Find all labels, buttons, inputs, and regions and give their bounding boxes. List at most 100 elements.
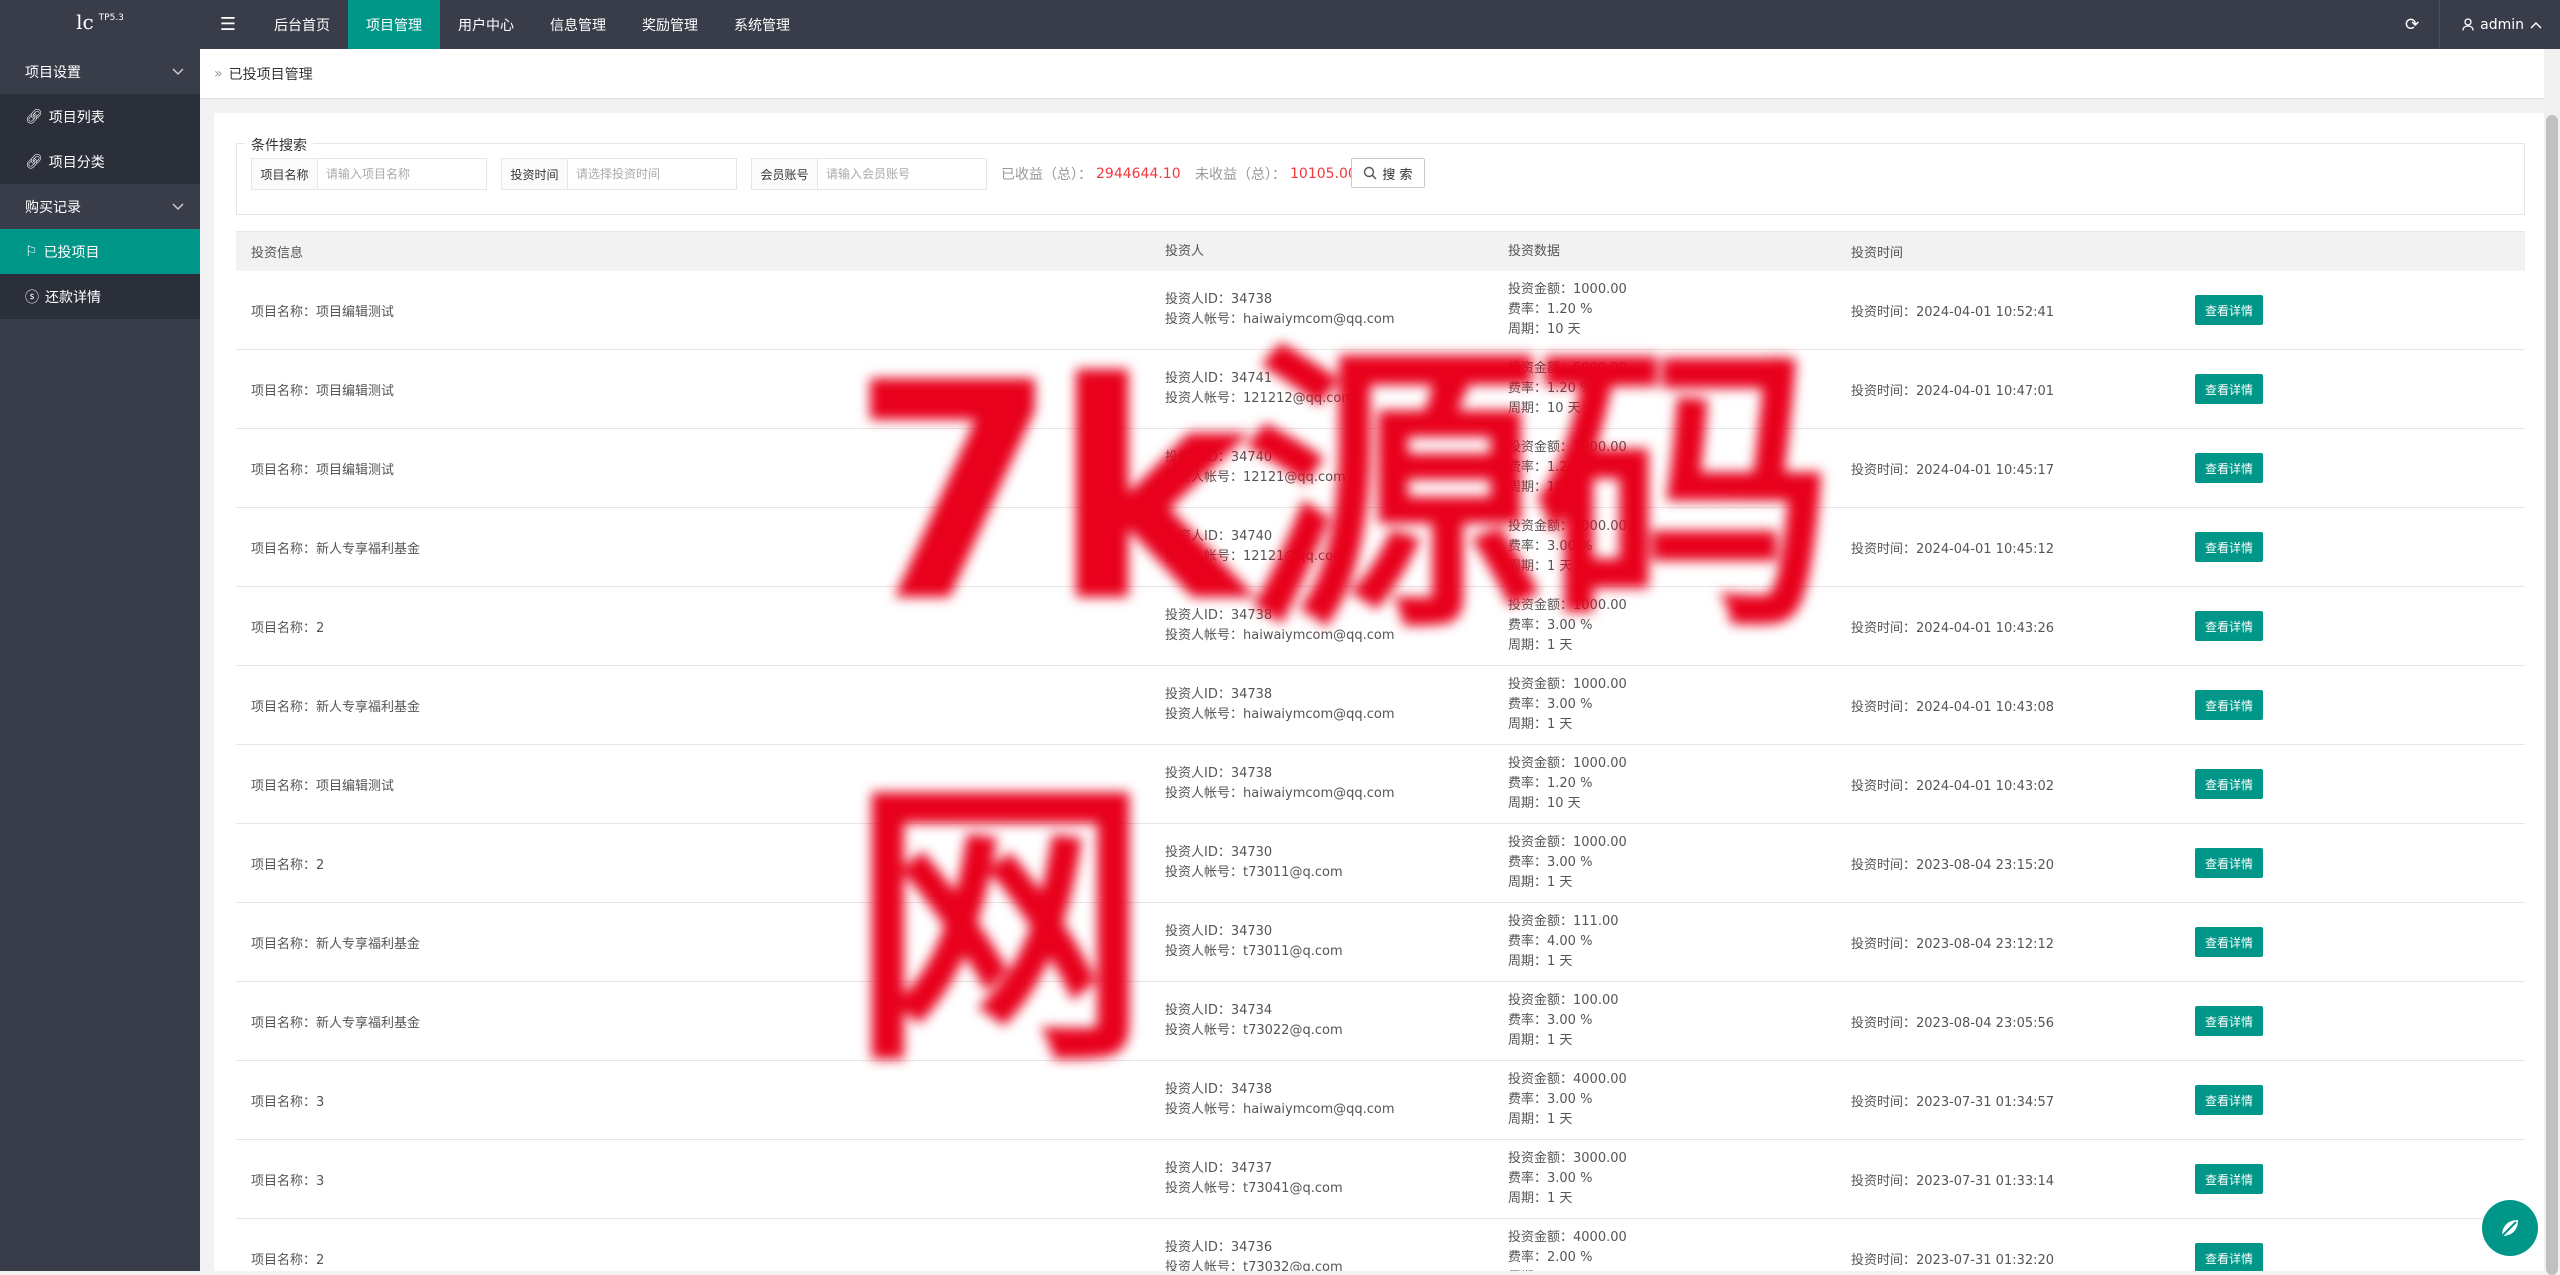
sidebar-item-label: 项目分类 (48, 154, 105, 171)
row-investor-account: 投资人帐号：haiwaiymcom@qq.com (1165, 786, 1395, 801)
row-invest-time: 投资时间：2023-08-04 23:05:56 (1851, 1015, 2055, 1031)
row-investor-account: 投资人帐号：t73011@q.com (1165, 944, 1343, 959)
earned-label: 已收益（总）： (1001, 167, 1092, 183)
row-investor-id: 投资人ID：34740 (1165, 450, 1273, 465)
topnav-item-users[interactable]: 用户中心 (440, 0, 532, 49)
row-investor-account: 投资人帐号：12121@qq.com (1165, 470, 1346, 485)
view-details-button[interactable]: 查看详情 (2195, 295, 2264, 325)
topnav-item-home[interactable]: 后台首页 (256, 0, 348, 49)
topnav-item-rewards[interactable]: 奖励管理 (624, 0, 716, 49)
sidebar-item-project-list[interactable]: 🔗︎ 项目列表 (0, 94, 200, 139)
row-invest-data: 投资金额：1000.00 费率：3.00 % 周期：1 天 (1508, 517, 1627, 577)
sidebar-item-project-category[interactable]: 🔗︎ 项目分类 (0, 139, 200, 184)
member-account-label: 会员账号 (752, 159, 818, 189)
row-amount: 投资金额：1000.00 (1508, 835, 1627, 850)
header-invest-info: 投资信息 (251, 246, 304, 261)
view-details-button[interactable]: 查看详情 (2195, 769, 2264, 799)
scrollbar-thumb[interactable] (2546, 115, 2558, 1275)
floating-action-button[interactable] (2482, 1200, 2538, 1256)
topnav-item-info[interactable]: 信息管理 (532, 0, 624, 49)
row-invest-data: 投资金额：1000.00 费率：3.00 % 周期：1 天 (1508, 833, 1627, 893)
row-investor: 投资人ID：34737 投资人帐号：t73041@q.com (1165, 1159, 1343, 1199)
project-name-input[interactable] (318, 159, 486, 189)
view-details-button[interactable]: 查看详情 (2195, 453, 2264, 483)
link-icon: 🔗︎ (25, 153, 43, 170)
row-rate: 费率：1.20 % (1508, 302, 1593, 317)
menu-toggle-icon[interactable]: ☰ (200, 0, 256, 49)
sidebar-group-purchase-records[interactable]: 购买记录 (0, 184, 200, 229)
row-investor: 投资人ID：34738 投资人帐号：haiwaiymcom@qq.com (1165, 685, 1395, 725)
row-investor-id: 投资人ID：34738 (1165, 766, 1273, 781)
row-invest-time: 投资时间：2024-04-01 10:47:01 (1851, 383, 2055, 399)
user-icon (2462, 18, 2474, 31)
view-details-button[interactable]: 查看详情 (2195, 690, 2264, 720)
row-investor-account: 投资人帐号：121212@qq.com (1165, 391, 1355, 406)
table-row: 项目名称：新人专享福利基金 投资人ID：34730 投资人帐号：t73011@q.c… (236, 903, 2525, 982)
row-investor-account: 投资人帐号：haiwaiymcom@qq.com (1165, 707, 1395, 722)
row-project-name: 项目名称：2 (251, 857, 325, 873)
row-invest-data: 投资金额：1000.00 费率：3.00 % 周期：1 天 (1508, 675, 1627, 735)
sidebar-item-invested-projects[interactable]: ⚐ 已投项目 (0, 229, 200, 274)
invest-time-field: 投资时间 (501, 158, 737, 190)
row-period: 周期：10 天 (1508, 322, 1581, 337)
table-row: 项目名称：2 投资人ID：34730 投资人帐号：t73011@q.com 投资金额：… (236, 824, 2525, 903)
row-investor: 投资人ID：34736 投资人帐号：t73032@q.com (1165, 1238, 1343, 1271)
breadcrumb: » 已投项目管理 (200, 49, 2558, 99)
refresh-icon[interactable]: ⟳ (2385, 0, 2441, 49)
row-investor-id: 投资人ID：34738 (1165, 1082, 1273, 1097)
topnav-item-project[interactable]: 项目管理 (348, 0, 440, 49)
sidebar-group-project-settings[interactable]: 项目设置 (0, 49, 200, 94)
user-name: admin (2480, 16, 2524, 33)
view-details-button[interactable]: 查看详情 (2195, 1243, 2264, 1271)
logo-version: TP5.3 (98, 13, 124, 23)
view-details-button[interactable]: 查看详情 (2195, 611, 2264, 641)
row-project-name: 项目名称：新人专享福利基金 (251, 699, 421, 715)
row-project-name: 项目名称：项目编辑测试 (251, 778, 395, 794)
row-rate: 费率：3.00 % (1508, 855, 1593, 870)
row-invest-data: 投资金额：1000.00 费率：1.20 % 周期：10 天 (1508, 754, 1627, 814)
invest-time-input[interactable] (568, 159, 736, 189)
row-project-name: 项目名称：新人专享福利基金 (251, 1015, 421, 1031)
view-details-button[interactable]: 查看详情 (2195, 374, 2264, 404)
view-details-button[interactable]: 查看详情 (2195, 532, 2264, 562)
member-account-input[interactable] (818, 159, 986, 189)
row-amount: 投资金额：1000.00 (1508, 677, 1627, 692)
row-investor: 投资人ID：34738 投资人帐号：haiwaiymcom@qq.com (1165, 606, 1395, 646)
row-invest-time: 投资时间：2024-04-01 10:43:26 (1851, 620, 2055, 636)
row-investor-id: 投资人ID：34737 (1165, 1161, 1273, 1176)
earned-total: 已收益（总）： 2944644.10 (1001, 158, 1181, 190)
header-invest-time: 投资时间 (1851, 246, 1904, 261)
view-details-button[interactable]: 查看详情 (2195, 927, 2264, 957)
row-rate: 费率：1.20 % (1508, 460, 1593, 475)
scrollbar[interactable] (2544, 49, 2560, 1275)
topnav-item-system[interactable]: 系统管理 (716, 0, 808, 49)
main-content: » 已投项目管理 条件搜索 项目名称 投资时间 会员账号 已收益（总）： 294… (200, 49, 2560, 1271)
unearned-total: 未收益（总）： 10105.00 (1195, 158, 1357, 190)
table-row: 项目名称：项目编辑测试 投资人ID：34741 投资人帐号：121212@qq.co… (236, 350, 2525, 429)
leaf-icon (2501, 1220, 2518, 1237)
sidebar-item-repayment-details[interactable]: ⓢ 还款详情 (0, 274, 200, 319)
row-rate: 费率：3.00 % (1508, 1092, 1593, 1107)
row-invest-time: 投资时间：2024-04-01 10:45:17 (1851, 462, 2055, 478)
user-menu[interactable]: admin (2440, 0, 2560, 49)
view-details-button[interactable]: 查看详情 (2195, 1006, 2264, 1036)
row-project-name: 项目名称：新人专享福利基金 (251, 936, 421, 952)
row-amount: 投资金额：1000.00 (1508, 519, 1627, 534)
search-button[interactable]: 搜 索 (1351, 158, 1425, 188)
row-amount: 投资金额：1000.00 (1508, 440, 1627, 455)
row-project-name: 项目名称：2 (251, 1252, 325, 1268)
content-panel: 条件搜索 项目名称 投资时间 会员账号 已收益（总）： 2944644.10 未… (214, 113, 2546, 1271)
row-investor: 投资人ID：34740 投资人帐号：12121@qq.com (1165, 448, 1346, 488)
view-details-button[interactable]: 查看详情 (2195, 1164, 2264, 1194)
view-details-button[interactable]: 查看详情 (2195, 848, 2264, 878)
table-header: 投资信息 投资人 投资数据 投资时间 (236, 232, 2525, 271)
logo[interactable]: lc TP5.3 (0, 0, 200, 49)
row-project-name: 项目名称：2 (251, 620, 325, 636)
row-investor-id: 投资人ID：34740 (1165, 529, 1273, 544)
invest-time-label: 投资时间 (502, 159, 568, 189)
row-amount: 投资金额：5000.00 (1508, 361, 1627, 376)
row-invest-time: 投资时间：2023-08-04 23:12:12 (1851, 936, 2055, 952)
row-amount: 投资金额：4000.00 (1508, 1230, 1627, 1245)
view-details-button[interactable]: 查看详情 (2195, 1085, 2264, 1115)
link-icon: 🔗︎ (25, 108, 43, 125)
